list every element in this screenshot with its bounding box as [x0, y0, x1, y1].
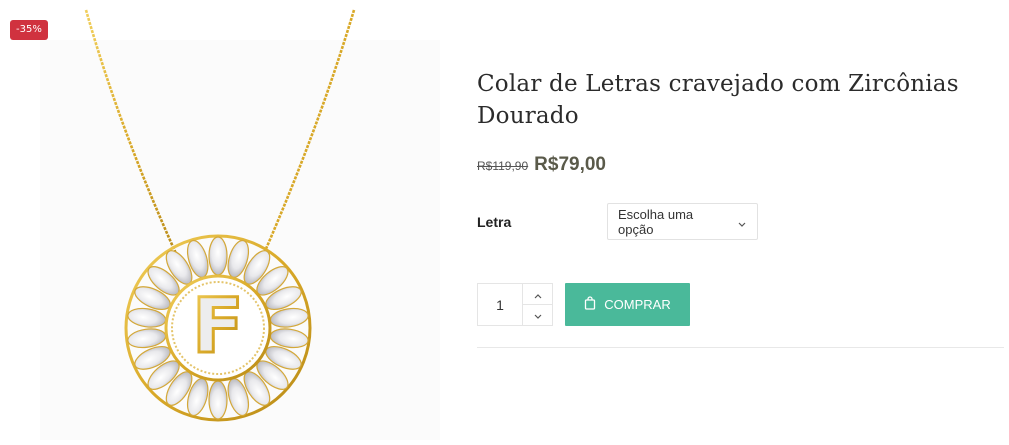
quantity-input[interactable]: [478, 284, 522, 325]
divider: [477, 347, 1004, 348]
product-image[interactable]: F: [0, 0, 450, 445]
letter-select-value: Escolha uma opção: [618, 206, 694, 237]
variation-label: Letra: [477, 214, 512, 230]
product-summary: Colar de Letras cravejado com Zircônias …: [477, 0, 1005, 445]
zirconia-stone: [208, 236, 228, 276]
chevron-down-icon: [533, 306, 543, 325]
price: R$119,90 R$79,00: [477, 154, 606, 180]
letter-select[interactable]: Escolha uma opção: [607, 203, 758, 240]
pendant-letter: F: [192, 281, 244, 370]
sale-price: R$79,00: [534, 154, 606, 175]
buy-button[interactable]: COMPRAR: [565, 283, 690, 326]
quantity-stepper: [477, 283, 553, 326]
quantity-increase-button[interactable]: [523, 284, 552, 304]
quantity-steps: [522, 284, 552, 325]
shopping-bag-icon: [584, 296, 596, 313]
product-page: -35% F Colar de Letras cravejado com Zir…: [0, 0, 1009, 445]
regular-price: R$119,90: [477, 159, 529, 173]
chevron-up-icon: [533, 285, 543, 304]
buy-button-label: COMPRAR: [604, 297, 671, 312]
product-gallery[interactable]: -35% F: [0, 0, 450, 445]
chevron-down-icon: [737, 217, 747, 227]
sale-badge: -35%: [10, 20, 48, 40]
zirconia-stone: [208, 380, 228, 420]
product-title: Colar de Letras cravejado com Zircônias …: [477, 71, 959, 129]
quantity-decrease-button[interactable]: [523, 304, 552, 325]
